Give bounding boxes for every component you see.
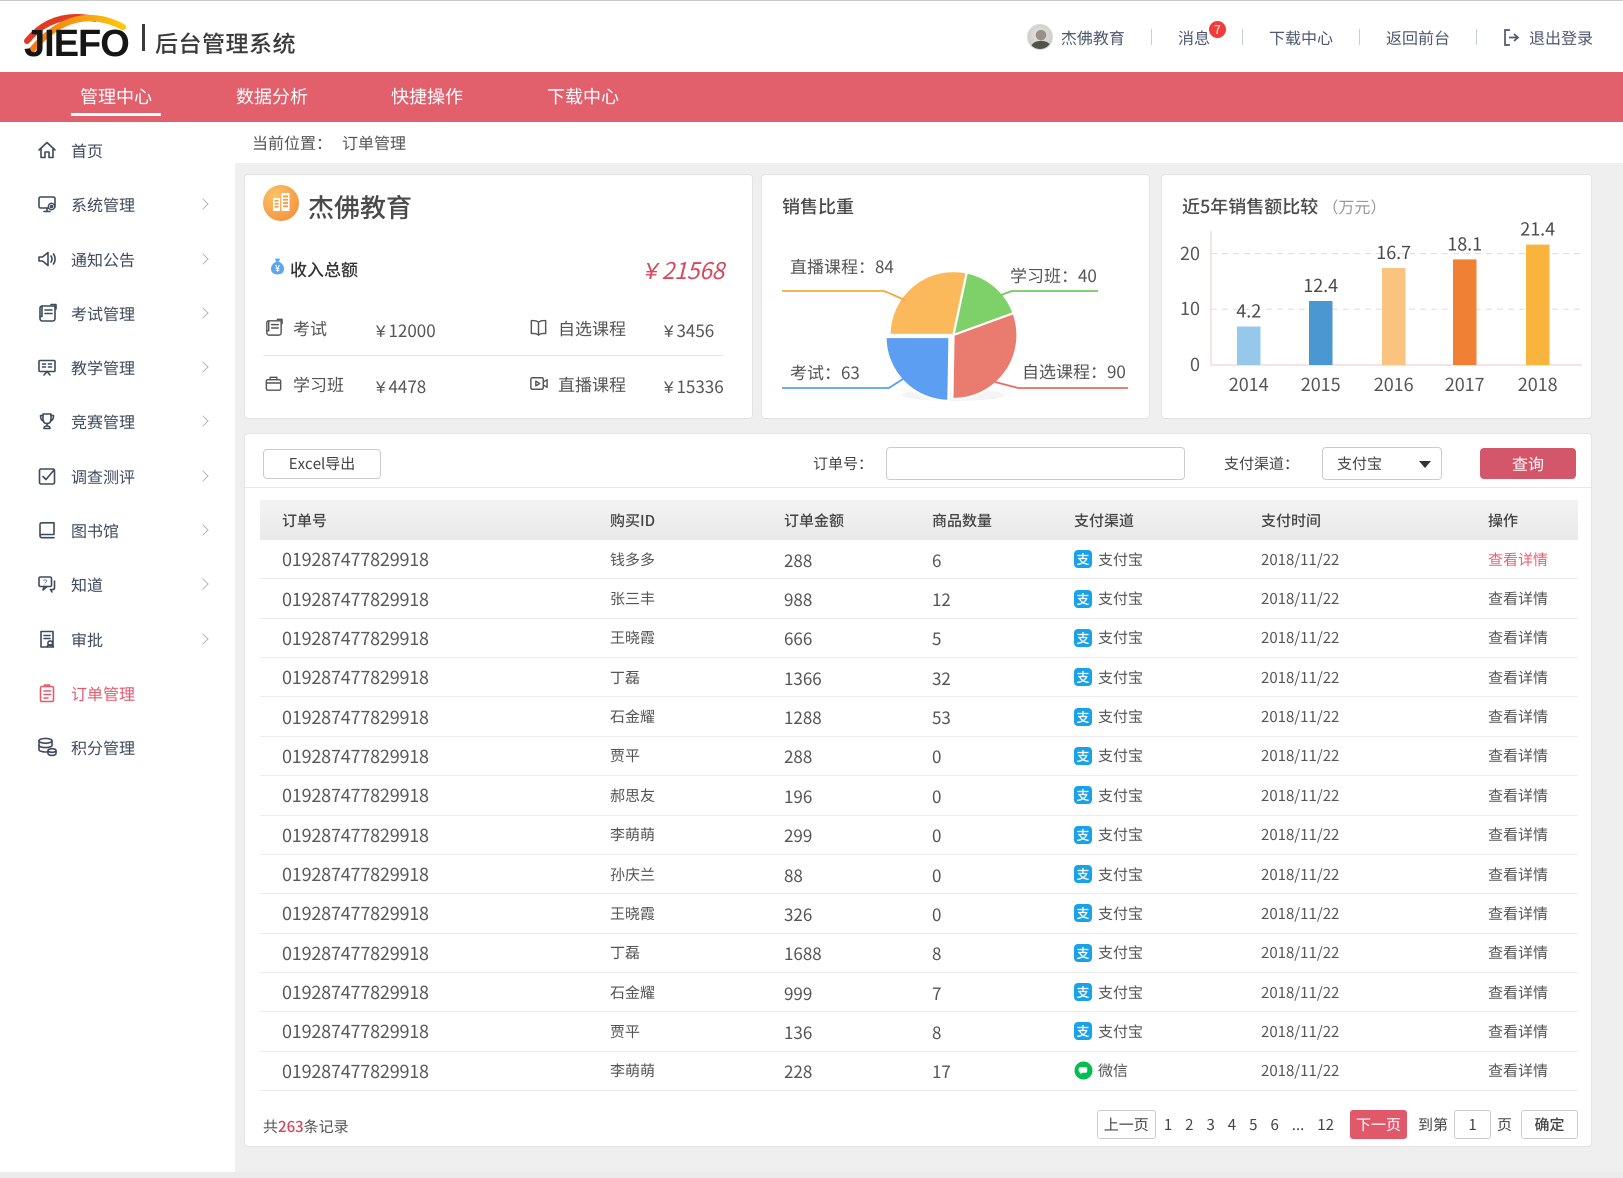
svg-text:18.1: 18.1	[1447, 230, 1482, 256]
svg-text:16.7: 16.7	[1376, 239, 1411, 265]
svg-text:JIEFO: JIEFO	[24, 23, 129, 65]
svg-text:直播课程：84: 直播课程：84	[790, 253, 894, 278]
svg-text:2018: 2018	[1518, 371, 1558, 397]
svg-text:考试：63: 考试：63	[790, 359, 860, 384]
svg-text:21.4: 21.4	[1520, 216, 1555, 242]
svg-text:2016: 2016	[1374, 371, 1414, 397]
svg-text:0: 0	[1190, 351, 1200, 377]
svg-text:自选课程：90: 自选课程：90	[1022, 358, 1126, 383]
svg-text:¥: ¥	[275, 263, 280, 273]
svg-text:20: 20	[1180, 240, 1200, 266]
svg-text:4.2: 4.2	[1236, 298, 1261, 324]
svg-text:?: ?	[43, 577, 47, 586]
svg-text:2014: 2014	[1229, 371, 1269, 397]
svg-text:2017: 2017	[1445, 371, 1485, 397]
svg-text:10: 10	[1180, 295, 1200, 321]
svg-text:学习班：40: 学习班：40	[1010, 262, 1097, 287]
svg-text:2015: 2015	[1301, 371, 1341, 397]
svg-text:12.4: 12.4	[1303, 272, 1338, 298]
